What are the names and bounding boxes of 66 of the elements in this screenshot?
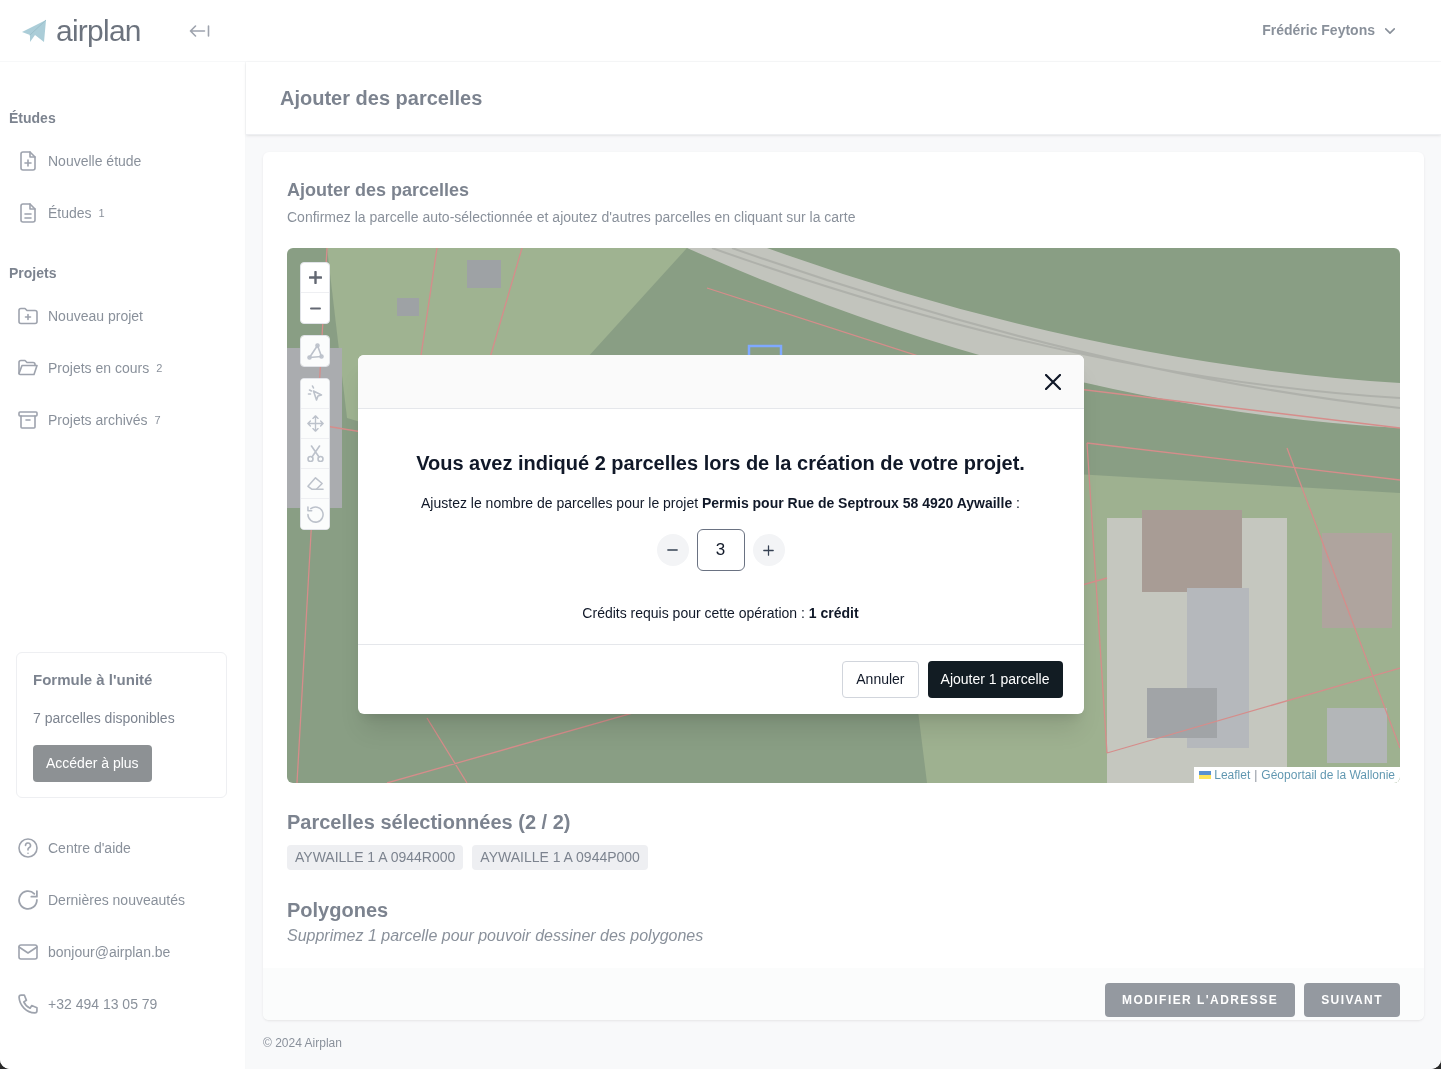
refresh-icon xyxy=(18,890,38,910)
plan-title: Formule à l'unité xyxy=(33,670,153,690)
sidebar-section-title: Études xyxy=(9,108,56,128)
section-title: Polygones xyxy=(287,898,389,923)
phone-icon xyxy=(18,994,38,1014)
quantity-field[interactable]: 3 xyxy=(696,529,745,571)
modal-prompt: Ajustez le nombre de parcelles pour le projet Permis pour Rue de Septroux 58 4920 Aywaille : xyxy=(421,494,1020,513)
attribution-link[interactable]: Leaflet xyxy=(1199,767,1251,783)
cursor-icon xyxy=(306,385,324,402)
logo-text: airplan xyxy=(56,13,141,48)
confirm-button[interactable]: Ajouter 1 parcelle xyxy=(927,661,1063,698)
parcel-tag: AYWAILLE 1 A 0944P000 xyxy=(472,845,648,870)
folder-plus-icon xyxy=(18,306,38,326)
cancel-button[interactable]: Annuler xyxy=(842,661,919,698)
sidebar-item[interactable]: Projets en cours 2 xyxy=(18,357,163,379)
minus-icon xyxy=(667,549,678,551)
page-title: Ajouter des parcelles xyxy=(280,86,483,111)
item-count: 7 xyxy=(154,412,161,428)
minus-icon xyxy=(308,306,322,310)
action-button[interactable]: SUIVANT xyxy=(1304,983,1400,1017)
sidebar-link[interactable]: +32 494 13 05 79 xyxy=(18,993,158,1015)
section-title: Parcelles sélectionnées (2 / 2) xyxy=(287,810,571,835)
close-icon xyxy=(1044,373,1061,390)
chevron-down-icon xyxy=(1385,27,1395,34)
action-button[interactable]: MODIFIER L'ADRESSE xyxy=(1105,983,1296,1017)
sidebar-item[interactable]: Nouveau projet xyxy=(18,305,143,327)
card-subtitle: Confirmez la parcelle auto-sélectionnée et ajoutez d'autres parcelles en cliquant sur la carte xyxy=(287,208,856,227)
collapse-sidebar-button[interactable] xyxy=(188,24,210,37)
card-title: Ajouter des parcelles xyxy=(287,179,470,202)
sidebar-link[interactable]: bonjour@airplan.be xyxy=(18,941,171,963)
collapse-icon xyxy=(188,24,210,37)
sidebar-item[interactable]: Nouvelle étude xyxy=(18,150,142,172)
item-count: 1 xyxy=(98,205,105,221)
user-menu-button[interactable]: Frédéric Feytons xyxy=(1262,20,1395,41)
plus-icon xyxy=(308,271,322,284)
increment-button[interactable] xyxy=(752,534,785,566)
credits-text: Crédits requis pour cette opération : 1 crédit xyxy=(582,604,859,623)
attribution-separator: | xyxy=(1254,767,1258,783)
sidebar-item[interactable]: Études 1 xyxy=(18,202,105,224)
flag-icon xyxy=(1199,771,1212,779)
document-icon xyxy=(18,203,38,223)
plan-text: 7 parcelles disponibles xyxy=(33,709,175,728)
sidebar-link[interactable]: Dernières nouveautés xyxy=(18,889,185,911)
archive-icon xyxy=(18,410,38,430)
sidebar-section-title: Projets xyxy=(9,263,57,283)
eraser-icon xyxy=(306,475,324,492)
decrement-button[interactable] xyxy=(656,534,689,566)
move-icon xyxy=(306,415,324,432)
folder-icon xyxy=(18,358,38,378)
sidebar-item[interactable]: Projets archivés 7 xyxy=(18,409,161,431)
help-icon xyxy=(18,838,38,858)
upgrade-button[interactable]: Accéder à plus xyxy=(33,745,152,782)
polygon-icon xyxy=(306,342,324,360)
rotate-icon xyxy=(306,505,324,523)
parcel-tag: AYWAILLE 1 A 0944R000 xyxy=(287,845,464,870)
sidebar-link[interactable]: Centre d'aide xyxy=(18,837,131,859)
plus-icon xyxy=(763,544,774,556)
polygons-note: Supprimez 1 parcelle pour pouvoir dessiner des polygones xyxy=(287,926,704,946)
item-count: 2 xyxy=(156,360,163,376)
scissors-icon xyxy=(306,445,324,462)
paper-plane-icon xyxy=(22,18,46,43)
modal-heading: Vous avez indiqué 2 parcelles lors de la création de votre projet. xyxy=(416,451,1025,476)
copyright-text: © 2024 Airplan xyxy=(263,1035,342,1051)
file-plus-icon xyxy=(18,151,38,171)
attribution-link[interactable]: Géoportail de la Wallonie xyxy=(1261,767,1395,783)
mail-icon xyxy=(18,942,38,962)
